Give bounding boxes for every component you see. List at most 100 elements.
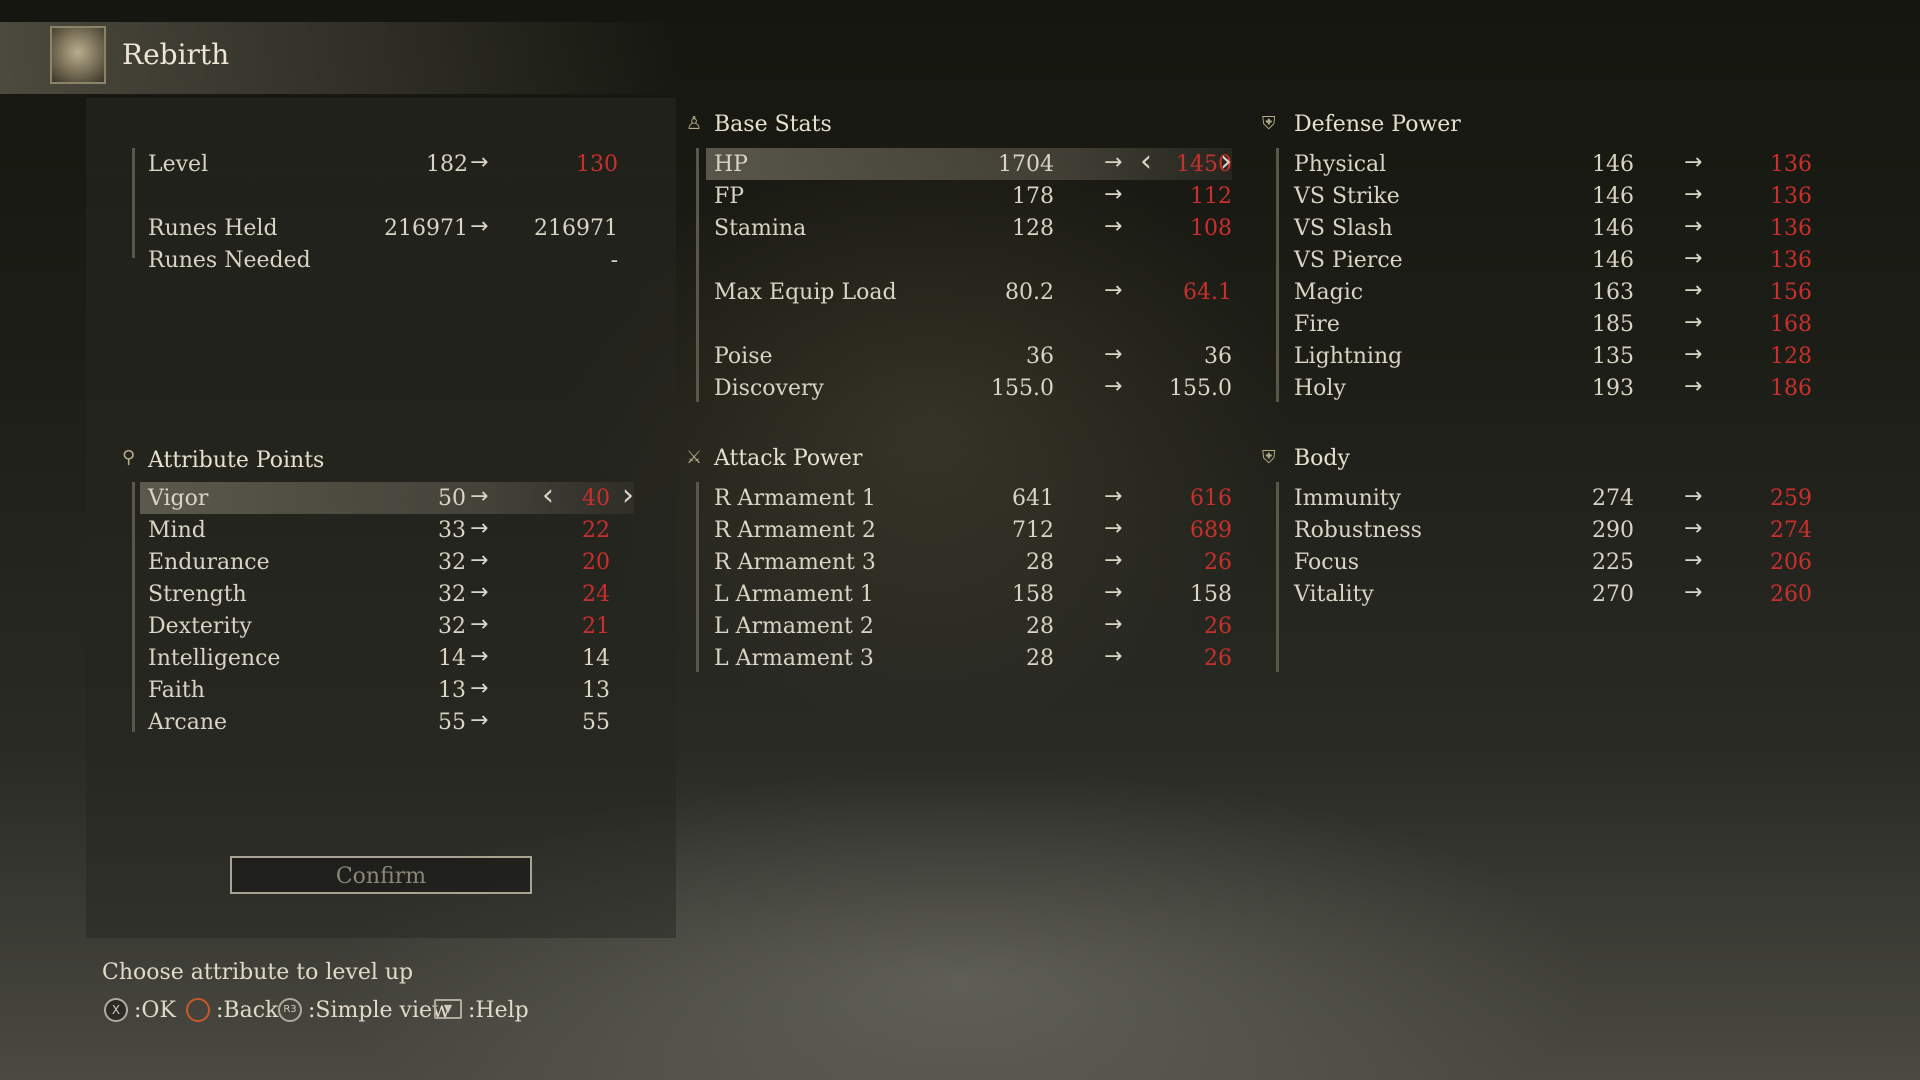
arrow-right-icon: → bbox=[1104, 374, 1123, 399]
base-stat-row: Discovery 155.0 → 155.0 bbox=[706, 372, 1232, 404]
attribute-row[interactable]: Faith 13 → 13 bbox=[140, 674, 634, 706]
body-stat-row-current: 270 bbox=[1592, 582, 1634, 607]
attack-power-row: R Armament 3 28 → 26 bbox=[706, 546, 1232, 578]
defense-power-row: Fire 185 → 168 bbox=[1286, 308, 1812, 340]
defense-power-row: Magic 163 → 156 bbox=[1286, 276, 1812, 308]
attribute-row-new: 21 bbox=[582, 614, 610, 639]
arrow-right-icon: → bbox=[470, 612, 489, 637]
base-stat-row-current: 1704 bbox=[998, 152, 1054, 177]
arrow-right-icon: → bbox=[1684, 310, 1703, 335]
confirm-button[interactable]: Confirm bbox=[230, 856, 532, 894]
attribute-row-label: Arcane bbox=[148, 710, 228, 735]
arrow-right-icon: → bbox=[1684, 214, 1703, 239]
attack-power-row-label: R Armament 1 bbox=[714, 486, 876, 511]
attribute-row[interactable]: Intelligence 14 → 14 bbox=[140, 642, 634, 674]
simple-view-hint[interactable]: :Simple view bbox=[308, 998, 451, 1023]
level-label: Level bbox=[148, 152, 209, 177]
help-hint[interactable]: :Help bbox=[468, 998, 529, 1023]
base-stat-row: Poise 36 → 36 bbox=[706, 340, 1232, 372]
attribute-row-label: Faith bbox=[148, 678, 205, 703]
defense-power-row-current: 146 bbox=[1592, 184, 1634, 209]
body-stat-row-new: 259 bbox=[1770, 486, 1812, 511]
rebirth-emblem-icon bbox=[50, 26, 106, 84]
attribute-row-new: 13 bbox=[582, 678, 610, 703]
r3-button-icon: R3 bbox=[278, 998, 302, 1022]
base-stat-row-label: Stamina bbox=[714, 216, 807, 241]
defense-power-row-current: 146 bbox=[1592, 248, 1634, 273]
defense-power-row-label: VS Slash bbox=[1294, 216, 1393, 241]
back-hint[interactable]: :Back bbox=[216, 998, 278, 1023]
defense-power-row-label: Fire bbox=[1294, 312, 1340, 337]
level-current: 182 bbox=[426, 152, 468, 177]
base-stat-row-label: FP bbox=[714, 184, 745, 209]
defense-power-row-new: 136 bbox=[1770, 184, 1812, 209]
attack-power-row-new: 26 bbox=[1204, 550, 1232, 575]
attack-power-row: R Armament 1 641 → 616 bbox=[706, 482, 1232, 514]
runes-needed-label: Runes Needed bbox=[148, 248, 311, 273]
base-stat-row: FP 178 → 112 bbox=[706, 180, 1232, 212]
base-stats-icon: ♙ bbox=[686, 113, 703, 134]
body-stat-row-label: Immunity bbox=[1294, 486, 1402, 511]
defense-power-row-current: 185 bbox=[1592, 312, 1634, 337]
attribute-row[interactable]: Arcane 55 → 55 bbox=[140, 706, 634, 738]
defense-power-row-new: 136 bbox=[1770, 248, 1812, 273]
attribute-points-icon: ⚲ bbox=[122, 447, 136, 468]
defense-power-row: Lightning 135 → 128 bbox=[1286, 340, 1812, 372]
attack-power-row-label: L Armament 3 bbox=[714, 646, 874, 671]
chevron-right-icon[interactable]: › bbox=[1220, 144, 1232, 179]
base-stat-row-current: 36 bbox=[1026, 344, 1054, 369]
chevron-right-icon[interactable]: › bbox=[622, 478, 634, 513]
attack-power-row-new: 689 bbox=[1190, 518, 1232, 543]
attack-power-title: Attack Power bbox=[714, 446, 863, 471]
arrow-right-icon: → bbox=[1684, 580, 1703, 605]
attribute-row-current: 13 bbox=[438, 678, 466, 703]
defense-power-icon: ⛨ bbox=[1262, 113, 1276, 134]
chevron-left-icon[interactable]: ‹ bbox=[1140, 144, 1152, 179]
defense-power-row-new: 136 bbox=[1770, 152, 1812, 177]
attribute-row[interactable]: Dexterity 32 → 21 bbox=[140, 610, 634, 642]
attribute-row[interactable]: Endurance 32 → 20 bbox=[140, 546, 634, 578]
defense-power-row: VS Pierce 146 → 136 bbox=[1286, 244, 1812, 276]
divider bbox=[132, 482, 135, 732]
body-icon: ⛨ bbox=[1262, 447, 1276, 468]
attack-power-row-new: 158 bbox=[1190, 582, 1232, 607]
arrow-right-icon: → bbox=[1104, 644, 1123, 669]
arrow-right-icon: → bbox=[1684, 246, 1703, 271]
attack-power-row-current: 28 bbox=[1026, 646, 1054, 671]
cross-button-icon: X bbox=[104, 998, 128, 1022]
body-stat-row: Focus 225 → 206 bbox=[1286, 546, 1812, 578]
attribute-row-current: 32 bbox=[438, 614, 466, 639]
ok-hint[interactable]: :OK bbox=[134, 998, 176, 1023]
defense-power-row-new: 168 bbox=[1770, 312, 1812, 337]
defense-power-row: Holy 193 → 186 bbox=[1286, 372, 1812, 404]
base-stat-row-label: Poise bbox=[714, 344, 773, 369]
defense-power-row: VS Strike 146 → 136 bbox=[1286, 180, 1812, 212]
arrow-right-icon: → bbox=[1104, 484, 1123, 509]
attribute-row-current: 33 bbox=[438, 518, 466, 543]
arrow-right-icon: → bbox=[470, 150, 489, 175]
attribute-row-new: 55 bbox=[582, 710, 610, 735]
defense-power-row-current: 135 bbox=[1592, 344, 1634, 369]
base-stat-row-new: 64.1 bbox=[1183, 280, 1232, 305]
arrow-right-icon: → bbox=[1684, 278, 1703, 303]
base-stat-row-label: Max Equip Load bbox=[714, 280, 897, 305]
defense-power-row-current: 193 bbox=[1592, 376, 1634, 401]
attribute-row[interactable]: Vigor 50 → 40 ‹ › bbox=[140, 478, 634, 514]
body-stat-row-label: Robustness bbox=[1294, 518, 1422, 543]
defense-power-row-label: Holy bbox=[1294, 376, 1346, 401]
attack-power-row-label: L Armament 1 bbox=[714, 582, 874, 607]
attribute-row-new: 20 bbox=[582, 550, 610, 575]
arrow-right-icon: → bbox=[1104, 516, 1123, 541]
body-stat-row-new: 260 bbox=[1770, 582, 1812, 607]
instruction-prompt: Choose attribute to level up bbox=[102, 960, 414, 985]
body-stat-row: Immunity 274 → 259 bbox=[1286, 482, 1812, 514]
arrow-right-icon: → bbox=[470, 548, 489, 573]
attribute-row[interactable]: Strength 32 → 24 bbox=[140, 578, 634, 610]
chevron-left-icon[interactable]: ‹ bbox=[542, 478, 554, 513]
divider bbox=[1276, 148, 1279, 402]
attribute-row[interactable]: Mind 33 → 22 bbox=[140, 514, 634, 546]
divider bbox=[696, 148, 699, 402]
attack-power-row-current: 28 bbox=[1026, 550, 1054, 575]
arrow-right-icon: → bbox=[470, 214, 489, 239]
arrow-right-icon: → bbox=[1104, 548, 1123, 573]
